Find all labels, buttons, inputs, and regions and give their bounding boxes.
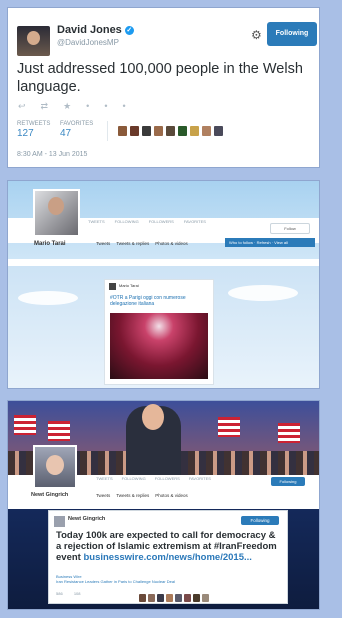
following-button[interactable]: Following	[241, 516, 279, 525]
gear-icon[interactable]: ⚙	[251, 28, 262, 42]
tab-photos[interactable]: Photos & videos	[155, 493, 188, 498]
link-headline: Iran Resistance Leaders Gather in Paris …	[56, 579, 175, 584]
profile-name: Newt Gingrich	[31, 492, 69, 498]
avatar[interactable]	[178, 126, 187, 136]
stat-label[interactable]: FOLLOWING	[122, 476, 146, 481]
avatar[interactable]	[142, 126, 151, 136]
avatar[interactable]	[202, 594, 209, 602]
avatar[interactable]	[157, 594, 164, 602]
tab-tweets[interactable]: Tweets	[96, 241, 110, 246]
avatar[interactable]	[33, 189, 80, 237]
verified-icon: ✓	[124, 25, 134, 35]
author-name-text: David Jones	[57, 24, 122, 36]
flag-image	[278, 423, 300, 443]
avatar[interactable]	[193, 594, 200, 602]
favorites-count[interactable]: 47	[60, 128, 71, 139]
reply-icon[interactable]: ↩	[18, 101, 41, 111]
retweets-count[interactable]: 586	[56, 591, 63, 596]
profile-tabs: Tweets Tweets & replies Photos & videos	[96, 493, 194, 498]
stat-label[interactable]: FAVORITES	[189, 476, 211, 481]
avatar[interactable]	[54, 516, 65, 527]
tab-tweets-replies[interactable]: Tweets & replies	[116, 493, 149, 498]
avatar[interactable]	[184, 594, 191, 602]
avatar[interactable]	[166, 594, 173, 602]
tweet-author[interactable]: Newt Gingrich	[68, 516, 105, 522]
avatar[interactable]	[202, 126, 211, 136]
link-preview[interactable]: Business Wire Iran Resistance Leaders Ga…	[56, 574, 276, 584]
avatar[interactable]	[190, 126, 199, 136]
avatar[interactable]	[130, 126, 139, 136]
divider	[107, 121, 108, 141]
profile-name: Mario Tarai	[34, 241, 66, 247]
profile-stats: TWEETS FOLLOWING FOLLOWERS FAVORITES	[88, 219, 216, 224]
who-to-follow-bar[interactable]: Who to follow · Refresh · View all	[225, 238, 315, 247]
following-button[interactable]: Following	[267, 22, 317, 46]
tweet-photo[interactable]	[110, 313, 208, 379]
tweet-text: #OTR a Parigi oggi con numerose delegazi…	[110, 295, 186, 307]
tweet-author[interactable]: Mario Tarai	[119, 283, 139, 288]
tab-tweets-replies[interactable]: Tweets & replies	[116, 241, 149, 246]
speaker-image	[126, 404, 181, 475]
retweets-label: RETWEETS	[17, 121, 51, 127]
stat-label[interactable]: FOLLOWERS	[149, 219, 174, 224]
tweet-link[interactable]: businesswire.com/news/home/2015...	[83, 552, 251, 563]
tweet-counts: 586 108	[56, 591, 81, 596]
author-name[interactable]: David Jones ✓	[57, 24, 134, 36]
avatar[interactable]	[148, 594, 155, 602]
profile-screenshot-gingrich: TWEETS FOLLOWING FOLLOWERS FAVORITES Follow…	[7, 400, 320, 610]
stat-label[interactable]: FOLLOWERS	[155, 476, 180, 481]
tweet-card[interactable]: Newt Gingrich Following Today 100k are e…	[48, 510, 288, 604]
avatar[interactable]	[175, 594, 182, 602]
avatar[interactable]	[109, 283, 116, 290]
tweet-text: Today 100k are expected to call for demo…	[56, 530, 281, 563]
favoriters-avatars	[139, 589, 211, 607]
stat-label[interactable]: FAVORITES	[184, 219, 206, 224]
avatar[interactable]	[33, 445, 77, 489]
profile-stats: TWEETS FOLLOWING FOLLOWERS FAVORITES	[96, 476, 220, 481]
author-handle[interactable]: @DavidJonesMP	[57, 38, 119, 47]
avatar[interactable]	[17, 26, 50, 56]
avatar[interactable]	[214, 126, 223, 136]
tweet-card-david-jones: David Jones ✓ @DavidJonesMP ⚙ Following J…	[7, 7, 320, 168]
tab-tweets[interactable]: Tweets	[96, 493, 110, 498]
avatar[interactable]	[154, 126, 163, 136]
tab-photos[interactable]: Photos & videos	[155, 241, 188, 246]
stat-label[interactable]: FOLLOWING	[115, 219, 139, 224]
favorites-count[interactable]: 108	[74, 591, 81, 596]
tweet-text: Just addressed 100,000 people in the Wel…	[17, 61, 303, 95]
profile-screenshot-mario: Mario Tarai TWEETS FOLLOWING FOLLOWERS FAVO…	[7, 180, 320, 389]
flag-image	[14, 415, 36, 435]
stat-label[interactable]: TWEETS	[96, 476, 113, 481]
cloud	[18, 291, 78, 305]
avatar[interactable]	[166, 126, 175, 136]
profile-tabs: Tweets Tweets & replies Photos & videos	[96, 241, 194, 246]
tweet-actions: ↩⇄★•••	[18, 101, 141, 112]
flag-image	[48, 421, 70, 441]
follow-button[interactable]: Follow	[270, 223, 310, 234]
flag-image	[218, 417, 240, 437]
tweet-card[interactable]: Mario Tarai #OTR a Parigi oggi con numer…	[104, 279, 214, 385]
avatar[interactable]	[139, 594, 146, 602]
favorite-icon[interactable]: ★	[63, 101, 86, 111]
following-button[interactable]: Following	[271, 477, 305, 486]
stat-label[interactable]: TWEETS	[88, 219, 105, 224]
more-icon[interactable]: •••	[86, 101, 140, 111]
timestamp[interactable]: 8:30 AM - 13 Jun 2015	[17, 151, 87, 158]
retweets-count[interactable]: 127	[17, 128, 34, 139]
avatar[interactable]	[118, 126, 127, 136]
cloud	[228, 285, 298, 301]
retweet-icon[interactable]: ⇄	[41, 101, 64, 111]
favoriters-avatars	[118, 123, 226, 139]
favorites-label: FAVORITES	[60, 121, 94, 127]
